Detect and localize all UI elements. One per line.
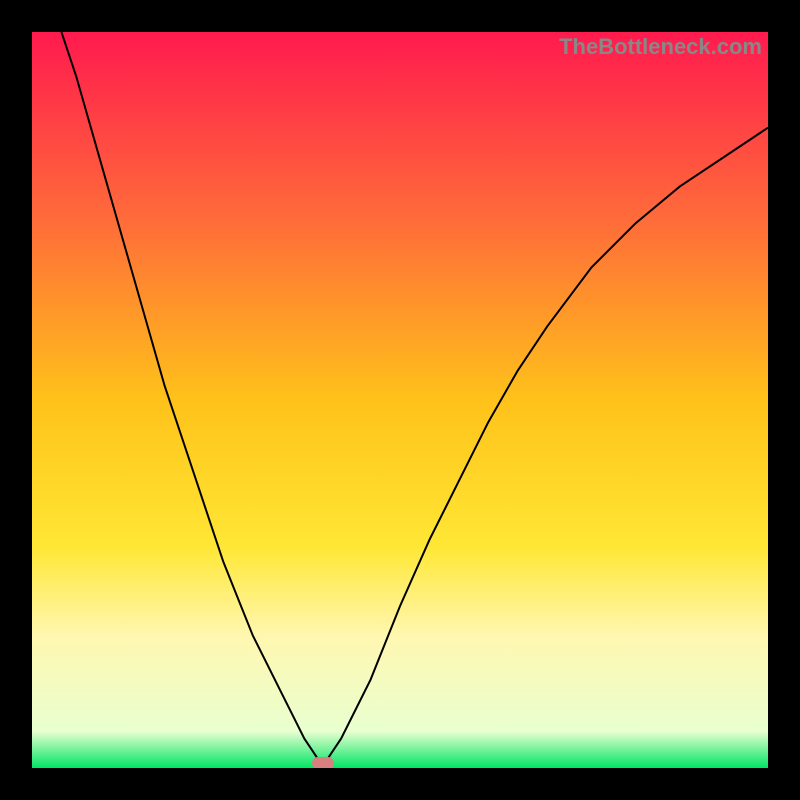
chart-outer-frame: TheBottleneck.com (0, 0, 800, 800)
gradient-background (32, 32, 768, 768)
watermark: TheBottleneck.com (559, 36, 762, 58)
plot-svg (32, 32, 768, 768)
minimum-marker (312, 757, 334, 768)
plot-area: TheBottleneck.com (32, 32, 768, 768)
